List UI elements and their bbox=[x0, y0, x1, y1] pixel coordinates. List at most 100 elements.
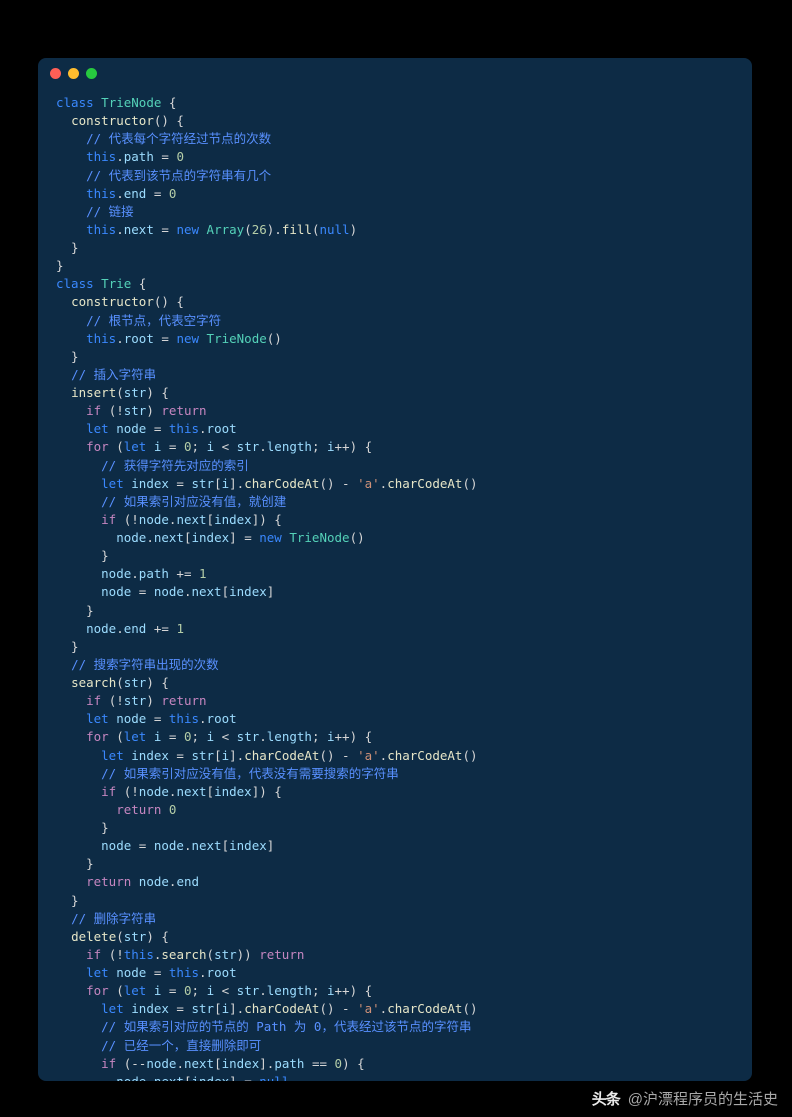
prop-root: root bbox=[207, 965, 237, 980]
code-block: class TrieNode { constructor() { // 代表每个… bbox=[38, 88, 752, 1081]
class-array: Array bbox=[207, 222, 245, 237]
var-node: node bbox=[116, 1074, 146, 1081]
var-str: str bbox=[214, 947, 237, 962]
prop-end: end bbox=[124, 621, 147, 636]
this: this bbox=[86, 222, 116, 237]
var-str: str bbox=[124, 403, 147, 418]
maximize-icon[interactable] bbox=[86, 68, 97, 79]
var-node: node bbox=[116, 421, 146, 436]
return: return bbox=[259, 947, 304, 962]
comment: // 如果索引对应的节点的 Path 为 0，代表经过该节点的字符串 bbox=[101, 1019, 471, 1034]
for: for bbox=[86, 439, 109, 454]
comment: // 代表每个字符经过节点的次数 bbox=[86, 131, 271, 146]
keyword-class: class bbox=[56, 95, 94, 110]
var-node: node bbox=[101, 838, 131, 853]
num: 0 bbox=[184, 983, 192, 998]
if: if bbox=[101, 784, 116, 799]
param-str: str bbox=[124, 385, 147, 400]
return: return bbox=[86, 874, 131, 889]
if: if bbox=[86, 947, 101, 962]
fn-charcodeat: charCodeAt bbox=[387, 1001, 462, 1016]
var-i: i bbox=[222, 476, 230, 491]
prop-next: next bbox=[176, 512, 206, 527]
new: new bbox=[176, 331, 199, 346]
watermark: 头条 @沪漂程序员的生活史 bbox=[592, 1089, 778, 1111]
this: this bbox=[169, 711, 199, 726]
prop-end: end bbox=[124, 186, 147, 201]
class-trienode: TrieNode bbox=[289, 530, 349, 545]
author-text: @沪漂程序员的生活史 bbox=[628, 1089, 778, 1111]
num: 0 bbox=[169, 186, 177, 201]
num: 0 bbox=[184, 729, 192, 744]
brand-text: 头条 bbox=[592, 1089, 620, 1111]
var-i: i bbox=[207, 729, 215, 744]
prop-length: length bbox=[267, 439, 312, 454]
prop-path: path bbox=[124, 149, 154, 164]
minimize-icon[interactable] bbox=[68, 68, 79, 79]
let: let bbox=[124, 983, 147, 998]
str-a: 'a' bbox=[357, 476, 380, 491]
let: let bbox=[124, 729, 147, 744]
let: let bbox=[86, 711, 109, 726]
var-str: str bbox=[191, 748, 214, 763]
return: return bbox=[116, 802, 161, 817]
prop-root: root bbox=[207, 711, 237, 726]
var-str: str bbox=[124, 693, 147, 708]
this: this bbox=[86, 186, 116, 201]
prop-root: root bbox=[124, 331, 154, 346]
var-i: i bbox=[207, 439, 215, 454]
var-node: node bbox=[139, 874, 169, 889]
var-node: node bbox=[146, 1056, 176, 1071]
fn-constructor: constructor bbox=[71, 294, 154, 309]
prop-root: root bbox=[207, 421, 237, 436]
return: return bbox=[161, 693, 206, 708]
comment: // 搜索字符串出现的次数 bbox=[71, 657, 219, 672]
comment: // 根节点，代表空字符 bbox=[86, 313, 221, 328]
class-name: TrieNode bbox=[101, 95, 161, 110]
comment: // 代表到该节点的字符串有几个 bbox=[86, 168, 271, 183]
var-node: node bbox=[101, 584, 131, 599]
fn-insert: insert bbox=[71, 385, 116, 400]
prop-next: next bbox=[191, 584, 221, 599]
fn-constructor: constructor bbox=[71, 113, 154, 128]
prop-path: path bbox=[139, 566, 169, 581]
let: let bbox=[101, 476, 124, 491]
close-icon[interactable] bbox=[50, 68, 61, 79]
prop-path: path bbox=[274, 1056, 304, 1071]
prop-next: next bbox=[124, 222, 154, 237]
prop-next: next bbox=[154, 530, 184, 545]
comment: // 插入字符串 bbox=[71, 367, 156, 382]
comment: // 如果索引对应没有值，就创建 bbox=[101, 494, 286, 509]
this: this bbox=[86, 331, 116, 346]
fn-charcodeat: charCodeAt bbox=[387, 476, 462, 491]
fn-charcodeat: charCodeAt bbox=[244, 748, 319, 763]
var-node: node bbox=[116, 965, 146, 980]
num: 1 bbox=[199, 566, 207, 581]
comment: // 如果索引对应没有值，代表没有需要搜索的字符串 bbox=[101, 766, 399, 781]
return: return bbox=[161, 403, 206, 418]
keyword-class: class bbox=[56, 276, 94, 291]
var-index: index bbox=[229, 584, 267, 599]
var-str: str bbox=[237, 983, 260, 998]
num: 0 bbox=[335, 1056, 343, 1071]
prop-next: next bbox=[176, 784, 206, 799]
num: 26 bbox=[252, 222, 267, 237]
var-i: i bbox=[327, 439, 335, 454]
if: if bbox=[86, 403, 101, 418]
num: 0 bbox=[176, 149, 184, 164]
fn-delete: delete bbox=[71, 929, 116, 944]
str-a: 'a' bbox=[357, 748, 380, 763]
var-node: node bbox=[139, 784, 169, 799]
var-str: str bbox=[191, 1001, 214, 1016]
prop-next: next bbox=[154, 1074, 184, 1081]
let: let bbox=[101, 748, 124, 763]
fn-search: search bbox=[161, 947, 206, 962]
comment: // 链接 bbox=[86, 204, 134, 219]
prop-length: length bbox=[267, 729, 312, 744]
if: if bbox=[101, 512, 116, 527]
num: 0 bbox=[184, 439, 192, 454]
this: this bbox=[169, 421, 199, 436]
var-node: node bbox=[154, 838, 184, 853]
new: new bbox=[176, 222, 199, 237]
var-index: index bbox=[214, 512, 252, 527]
